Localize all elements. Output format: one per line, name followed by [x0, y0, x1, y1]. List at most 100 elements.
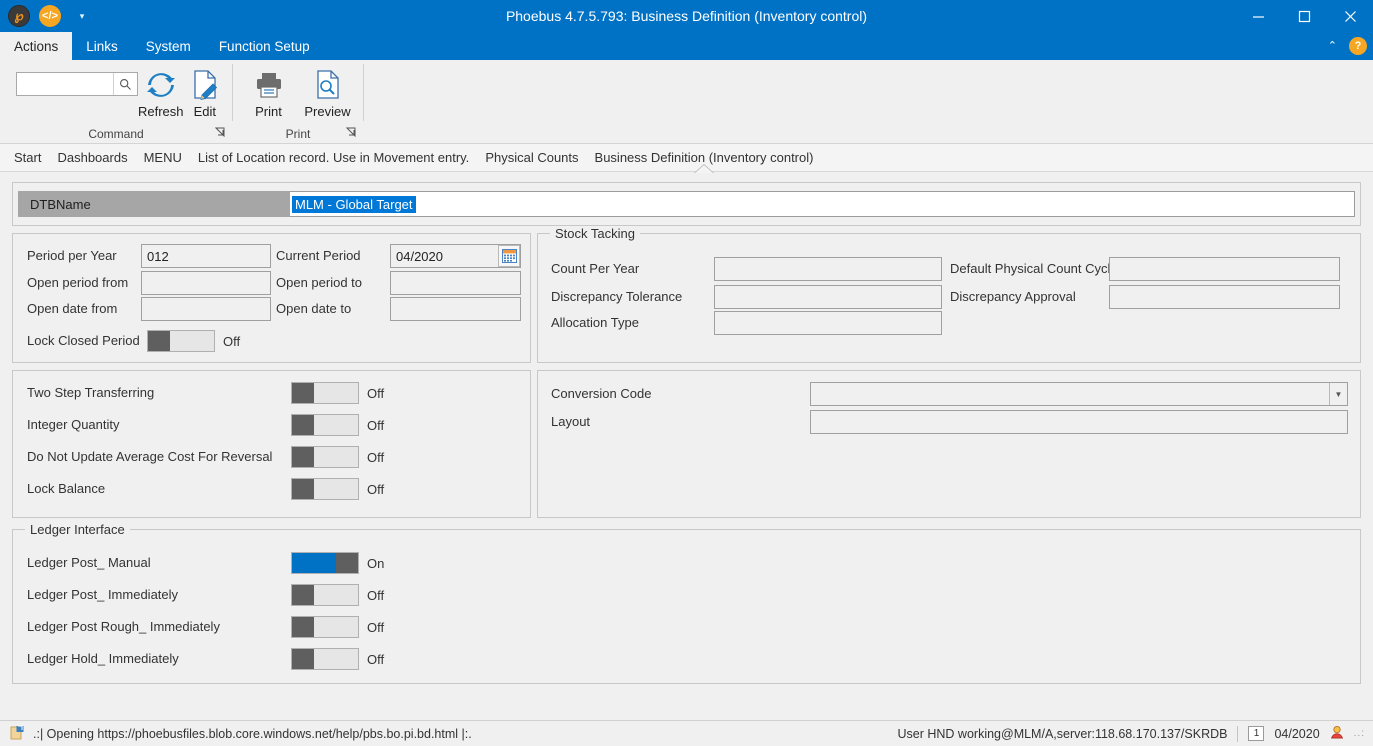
lock-closed-period-toggle[interactable] [147, 330, 215, 352]
ledger-hold-immediately-toggle[interactable] [291, 648, 359, 670]
status-page-number: 1 [1248, 726, 1265, 741]
search-input[interactable] [17, 74, 113, 94]
preview-label: Preview [304, 104, 351, 119]
close-button[interactable] [1327, 0, 1373, 32]
layout-label: Layout [551, 414, 591, 429]
print-button[interactable]: Print [239, 66, 298, 124]
qat-dropdown-icon[interactable]: ▾ [74, 5, 90, 27]
integer-quantity-toggle-wrap: Off [291, 414, 384, 436]
ledger-post-immediately-label: Ledger Post_ Immediately [27, 587, 179, 602]
open-period-from-label: Open period from [27, 275, 129, 290]
ribbon-group-command-footer: Command [0, 125, 232, 143]
help-icon[interactable]: ? [1349, 37, 1367, 55]
period-per-year-label: Period per Year [27, 248, 117, 263]
stock-tacking-legend: Stock Tacking [550, 226, 640, 241]
open-period-from-input[interactable] [141, 271, 271, 295]
integer-quantity-label: Integer Quantity [27, 417, 120, 432]
tab-system[interactable]: System [132, 32, 205, 60]
row-ledger: Ledger Interface Ledger Post_ Manual On … [12, 522, 1361, 684]
ribbon-divider-2 [363, 64, 364, 121]
integer-quantity-state: Off [367, 417, 385, 433]
count-per-year-input[interactable] [714, 257, 942, 281]
resize-grip-icon[interactable]: ..: [1354, 728, 1365, 739]
ribbon-group-command: Refresh Edit Command [0, 60, 232, 143]
integer-quantity-toggle[interactable] [291, 414, 359, 436]
status-left: .:| Opening https://phoebusfiles.blob.co… [0, 725, 472, 743]
lock-balance-toggle[interactable] [291, 478, 359, 500]
print-dialog-launcher-icon[interactable] [345, 126, 357, 138]
current-period-input[interactable]: 04/2020 [390, 244, 521, 268]
conversion-code-input[interactable]: ▼ [810, 382, 1348, 406]
status-message: .:| Opening https://phoebusfiles.blob.co… [33, 726, 472, 741]
open-period-to-label: Open period to [276, 275, 363, 290]
ledger-post-rough-immediately-toggle[interactable] [291, 616, 359, 638]
do-not-update-average-cost-state: Off [367, 449, 385, 465]
two-step-transferring-toggle[interactable] [291, 382, 359, 404]
ledger-hold-immediately-state: Off [367, 651, 385, 667]
window-title: Phoebus 4.7.5.793: Business Definition (… [505, 8, 868, 24]
period-per-year-input[interactable]: 012 [141, 244, 271, 268]
print-label: Print [255, 104, 282, 119]
breadcrumb-item-physical-counts[interactable]: Physical Counts [477, 144, 586, 172]
code-icon[interactable]: </> [39, 5, 61, 27]
discrepancy-tolerance-input[interactable] [714, 285, 942, 309]
user-avatar-icon[interactable] [1330, 725, 1344, 742]
open-date-from-input[interactable] [141, 297, 271, 321]
dtbname-value: MLM - Global Target [292, 195, 416, 213]
minimize-button[interactable] [1235, 0, 1281, 32]
discrepancy-approval-input[interactable] [1109, 285, 1340, 309]
ledger-post-immediately-toggle-wrap: Off [291, 584, 384, 606]
preview-button[interactable]: Preview [298, 66, 357, 124]
open-date-to-label: Open date to [276, 301, 352, 316]
command-dialog-launcher-icon[interactable] [214, 126, 226, 138]
chevron-down-icon[interactable]: ▼ [1329, 383, 1347, 405]
tab-actions[interactable]: Actions [0, 32, 73, 60]
default-physical-count-cycle-label: Default Physical Count Cycle [950, 261, 1118, 276]
ledger-interface-panel: Ledger Interface Ledger Post_ Manual On … [12, 522, 1361, 684]
ledger-post-manual-toggle[interactable] [291, 552, 359, 574]
ledger-post-immediately-toggle[interactable] [291, 584, 359, 606]
breadcrumb-item-menu[interactable]: MENU [136, 144, 190, 172]
conversion-panel: Conversion Code ▼ Layout [537, 370, 1361, 518]
breadcrumb-item-dashboards[interactable]: Dashboards [49, 144, 135, 172]
tab-function-setup[interactable]: Function Setup [205, 32, 324, 60]
phoebus-logo-icon[interactable]: ℘ [8, 5, 30, 27]
options-panel: Two Step Transferring Off Integer Quanti… [12, 370, 531, 518]
two-step-transferring-toggle-wrap: Off [291, 382, 384, 404]
status-page-icon [10, 725, 25, 743]
breadcrumb-label: List of Location record. Use in Movement… [197, 150, 470, 165]
status-bar: .:| Opening https://phoebusfiles.blob.co… [0, 720, 1373, 746]
ledger-post-immediately-state: Off [367, 587, 385, 603]
breadcrumb-item-location-list[interactable]: List of Location record. Use in Movement… [190, 144, 477, 172]
refresh-button[interactable]: Refresh [138, 66, 184, 124]
open-date-to-input[interactable] [390, 297, 521, 321]
default-physical-count-cycle-input[interactable] [1109, 257, 1340, 281]
lock-balance-state: Off [367, 481, 385, 497]
chevron-up-icon[interactable]: ⌃ [1328, 40, 1337, 52]
ribbon-group-print: Print Preview Print [233, 60, 363, 143]
open-period-to-input[interactable] [390, 271, 521, 295]
breadcrumb-item-business-definition[interactable]: Business Definition (Inventory control) [587, 144, 822, 172]
tab-system-label: System [145, 38, 191, 54]
allocation-type-input[interactable] [714, 311, 942, 335]
title-bar: ℘ </> ▾ Phoebus 4.7.5.793: Business Defi… [0, 0, 1373, 32]
ribbon-tab-strip: Actions Links System Function Setup ⌃ ? [0, 32, 1373, 60]
search-box[interactable] [16, 72, 138, 96]
period-panel: Period per Year 012 Current Period 04/20… [12, 233, 531, 363]
tab-links[interactable]: Links [72, 32, 132, 60]
edit-button[interactable]: Edit [184, 66, 226, 124]
tab-actions-label: Actions [14, 38, 59, 54]
search-icon[interactable] [113, 73, 137, 95]
breadcrumb-item-start[interactable]: Start [6, 144, 49, 172]
maximize-button[interactable] [1281, 0, 1327, 32]
preview-icon [313, 68, 343, 102]
calendar-icon[interactable] [498, 245, 520, 267]
tab-links-label: Links [86, 38, 118, 54]
do-not-update-average-cost-toggle[interactable] [291, 446, 359, 468]
layout-input[interactable] [810, 410, 1348, 434]
ribbon-group-print-footer: Print [233, 125, 363, 143]
ledger-post-rough-immediately-toggle-wrap: Off [291, 616, 384, 638]
dtbname-input[interactable]: MLM - Global Target [290, 191, 1355, 217]
lock-closed-period-state: Off [223, 333, 241, 349]
window-controls [1235, 0, 1373, 32]
